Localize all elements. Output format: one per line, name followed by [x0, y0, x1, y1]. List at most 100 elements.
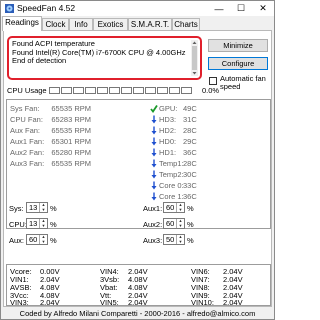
fan-label: Aux Fan:	[10, 126, 41, 135]
arrow-down-icon	[151, 192, 157, 201]
spinner-value: 60	[166, 203, 175, 212]
footer-credits: Coded by Alfredo Milani Comparetti - 200…	[19, 309, 256, 318]
voltage-value: 2.04V	[223, 298, 243, 307]
sys-speed-spinner[interactable]: 13 ▲ ▼	[26, 202, 48, 213]
temp-value: 49C	[183, 104, 197, 113]
spinner-arrows[interactable]: ▲ ▼	[176, 202, 184, 212]
cpu-usage-bar	[145, 87, 156, 94]
speed-unit: %	[187, 220, 194, 229]
arrow-down-icon	[151, 126, 157, 135]
temp-label: HD2:	[159, 126, 177, 135]
temp-label: HD3:	[159, 115, 177, 124]
automatic-fan-speed-checkbox[interactable]	[209, 77, 217, 85]
arrow-down-icon	[151, 137, 157, 146]
spinner-value: 60	[166, 219, 175, 228]
fan-label: Sys Fan:	[10, 104, 40, 113]
cpu-usage-bar	[133, 87, 144, 94]
minimize-window-button[interactable]: —	[208, 1, 230, 16]
speed-label: Aux3:	[143, 236, 163, 245]
fan-label: Aux3 Fan:	[10, 159, 45, 168]
temp-label: GPU:	[159, 104, 178, 113]
title-bar: SpeedFan 4.52 — ☐ ✕	[1, 1, 274, 16]
cpu-usage-bar	[157, 87, 168, 94]
tab-readings[interactable]: Readings	[2, 16, 42, 31]
speed-label: Aux1:	[143, 204, 163, 213]
aux1-speed-spinner[interactable]: 60 ▲ ▼	[163, 202, 185, 213]
tab-clock[interactable]: Clock	[42, 18, 69, 30]
cpu-usage-bar	[61, 87, 72, 94]
spinner-value: 60	[29, 235, 38, 244]
cpu-usage-bar	[169, 87, 180, 94]
speed-unit: %	[50, 236, 57, 245]
arrow-down-icon	[151, 181, 157, 190]
arrow-down-icon	[151, 115, 157, 124]
voltage-label: VIN3:	[10, 298, 29, 307]
log-scrollbar[interactable]	[191, 40, 198, 76]
cpu-usage-bar	[181, 87, 192, 94]
close-window-button[interactable]: ✕	[252, 1, 274, 16]
tab-strip: Readings Clock Info Exotics S.M.A.R.T. C…	[1, 16, 274, 31]
voltage-label: VIN10:	[191, 298, 214, 307]
speed-unit: %	[187, 236, 194, 245]
temp-value: 36C	[183, 192, 197, 201]
spinner-arrows[interactable]: ▲ ▼	[39, 234, 47, 244]
speed-label: CPU:	[9, 220, 27, 229]
speed-label: Aux:	[9, 236, 25, 245]
fan-value: 65535 RPM	[51, 104, 91, 113]
tab-info[interactable]: Info	[69, 18, 93, 30]
automatic-fan-speed-label: Automatic fan speed	[220, 74, 266, 91]
tab-exotics[interactable]: Exotics	[93, 18, 128, 30]
fan-label: CPU Fan:	[10, 115, 43, 124]
maximize-icon: ☐	[236, 3, 246, 13]
cpu-usage-bar	[73, 87, 84, 94]
cpu-usage-bar	[49, 87, 60, 94]
cpu-speed-spinner[interactable]: 13 ▲ ▼	[26, 218, 48, 229]
speedfan-window: SpeedFan 4.52 — ☐ ✕ Readings Clock Info …	[0, 0, 275, 320]
aux3-speed-spinner[interactable]: 50 ▲ ▼	[163, 234, 185, 245]
spinner-arrows[interactable]: ▲ ▼	[176, 218, 184, 228]
configure-button[interactable]: Configure	[208, 57, 268, 70]
speed-label: Sys:	[9, 204, 24, 213]
temp-value: 36C	[183, 148, 197, 157]
check-icon	[150, 105, 158, 113]
window-title: SpeedFan 4.52	[17, 3, 76, 13]
temp-value: 30C	[183, 170, 197, 179]
fan-value: 65535 RPM	[51, 126, 91, 135]
temp-value: 31C	[183, 115, 197, 124]
cpu-usage-bar	[121, 87, 132, 94]
fan-value: 65280 RPM	[51, 148, 91, 157]
aux2-speed-spinner[interactable]: 60 ▲ ▼	[163, 218, 185, 229]
spinner-value: 13	[29, 203, 38, 212]
cpu-usage-percent: 0.0%	[202, 86, 220, 95]
arrow-down-icon	[151, 148, 157, 157]
fan-label: Aux1 Fan:	[10, 137, 45, 146]
arrow-down-icon	[151, 159, 157, 168]
speed-unit: %	[187, 204, 194, 213]
temp-value: 28C	[183, 159, 197, 168]
cpu-usage-bar	[109, 87, 120, 94]
tab-smart[interactable]: S.M.A.R.T.	[128, 18, 172, 30]
spinner-arrows[interactable]: ▲ ▼	[176, 234, 184, 244]
speed-unit: %	[50, 220, 57, 229]
fan-label: Aux2 Fan:	[10, 148, 45, 157]
fan-value: 65283 RPM	[51, 115, 91, 124]
spinner-value: 13	[29, 219, 38, 228]
temp-value: 29C	[183, 137, 197, 146]
minimize-button[interactable]: Minimize	[208, 39, 268, 52]
detection-log[interactable]: Found ACPI temperature Found Intel(R) Co…	[7, 36, 202, 80]
temp-label: Core 1:	[159, 192, 184, 201]
close-icon: ✕	[259, 3, 267, 13]
speedfan-app-icon	[5, 4, 14, 13]
temp-label: Core 0:	[159, 181, 184, 190]
minimize-icon: —	[214, 3, 224, 14]
speed-label: Aux2:	[143, 220, 163, 229]
voltage-value: 2.04V	[128, 298, 148, 307]
aux-speed-spinner[interactable]: 60 ▲ ▼	[26, 234, 48, 245]
spinner-arrows[interactable]: ▲ ▼	[39, 202, 47, 212]
voltage-value: 2.04V	[40, 298, 60, 307]
tab-charts[interactable]: Charts	[172, 18, 200, 30]
maximize-window-button[interactable]: ☐	[230, 1, 252, 16]
arrow-down-icon	[151, 170, 157, 179]
spinner-arrows[interactable]: ▲ ▼	[39, 218, 47, 228]
fan-value: 65535 RPM	[51, 159, 91, 168]
